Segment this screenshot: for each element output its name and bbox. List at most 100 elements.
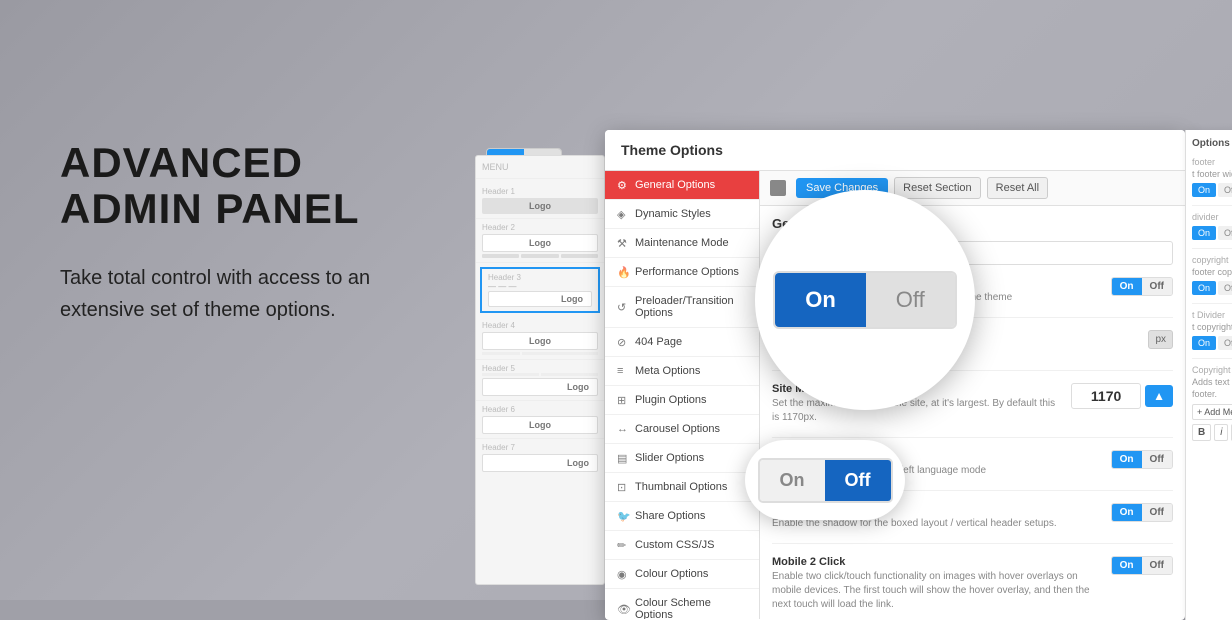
right-desc-footer: t footer widgets xyxy=(1192,169,1232,179)
nav-item-dynamic[interactable]: ◈ Dynamic Styles xyxy=(605,200,759,229)
right-toggle-t-divider[interactable]: On Off xyxy=(1192,336,1232,350)
right-desc-copyright: footer copyright xyxy=(1192,267,1232,277)
mobile-click-on[interactable]: On xyxy=(1112,557,1142,574)
right-options-panel: Options footer t footer widgets On Off d… xyxy=(1185,130,1232,620)
preloader-icon: ↺ xyxy=(617,301,629,313)
right-toggle-divider[interactable]: On Off xyxy=(1192,226,1232,240)
right-desc-t-divider: t copyright the copyright. xyxy=(1192,322,1232,332)
grid-icon xyxy=(770,180,786,196)
option-control-mobile-click: On Off xyxy=(1111,556,1173,575)
maintenance-icon: ⚒ xyxy=(617,237,629,249)
right-divider-1 xyxy=(1192,205,1232,206)
rtl-on[interactable]: On xyxy=(1112,451,1142,468)
right-footer-on[interactable]: On xyxy=(1192,183,1216,197)
option-control-page-shadow: On Off xyxy=(1111,503,1173,522)
nav-item-preloader[interactable]: ↺ Preloader/Transition Options xyxy=(605,287,759,328)
option-control-px: px xyxy=(1148,330,1173,349)
big-toggle-overlay-1: On Off xyxy=(755,190,975,410)
big-toggle-on[interactable]: On xyxy=(775,273,866,327)
max-width-stepper-up[interactable]: ▲ xyxy=(1145,385,1173,407)
nav-item-share[interactable]: 🐦 Share Options xyxy=(605,502,759,531)
page-shadow-toggle[interactable]: On Off xyxy=(1111,503,1173,522)
nav-item-colour-scheme[interactable]: 👁 Colour Scheme Options xyxy=(605,589,759,619)
plugin-icon: ⊞ xyxy=(617,394,629,406)
add-media-button[interactable]: + Add Media xyxy=(1192,404,1232,420)
right-footer-off[interactable]: Off xyxy=(1218,183,1232,197)
page-shadow-off[interactable]: Off xyxy=(1142,504,1172,521)
meta-icon: ≡ xyxy=(617,365,629,377)
option-control-rtl: On Off xyxy=(1111,450,1173,469)
right-label-footer: footer xyxy=(1192,157,1232,167)
nav-item-404[interactable]: ⊘ 404 Page xyxy=(605,328,759,357)
performance-icon: 🔥 xyxy=(617,266,629,278)
nav-item-thumbnail[interactable]: ⊡ Thumbnail Options xyxy=(605,473,759,502)
reset-section-button[interactable]: Reset Section xyxy=(894,177,980,199)
right-format-buttons: B i 🔗 … xyxy=(1192,424,1232,441)
colour-icon: ◉ xyxy=(617,568,629,580)
right-copyright-off[interactable]: Off xyxy=(1218,281,1232,295)
right-label-t-divider: t Divider xyxy=(1192,310,1232,320)
nav-item-custom-css[interactable]: ✏ Custom CSS/JS xyxy=(605,531,759,560)
nav-item-maintenance[interactable]: ⚒ Maintenance Mode xyxy=(605,229,759,258)
right-media-buttons: + Add Media xyxy=(1192,404,1232,420)
responsive-toggle[interactable]: On Off xyxy=(1111,277,1173,296)
right-label-copyright-text: Copyright Text xyxy=(1192,365,1232,375)
panel-title: Theme Options xyxy=(605,130,1185,171)
big-toggle-page-shadow[interactable]: On Off xyxy=(758,458,893,503)
admin-mockup: MENU Header 1 Logo Header 2 Logo Header … xyxy=(475,130,1155,580)
italic-button[interactable]: i xyxy=(1214,424,1228,441)
right-divider-off[interactable]: Off xyxy=(1218,226,1232,240)
rtl-toggle[interactable]: On Off xyxy=(1111,450,1173,469)
nav-item-carousel[interactable]: ↔ Carousel Options xyxy=(605,415,759,444)
page-title: Advanced Admin Panel xyxy=(60,140,440,232)
carousel-icon: ↔ xyxy=(617,423,629,435)
mobile-click-off[interactable]: Off xyxy=(1142,557,1172,574)
nav-item-meta[interactable]: ≡ Meta Options xyxy=(605,357,759,386)
responsive-off[interactable]: Off xyxy=(1142,278,1172,295)
right-divider-2 xyxy=(1192,248,1232,249)
bold-button[interactable]: B xyxy=(1192,424,1211,441)
right-t-divider-off[interactable]: Off xyxy=(1218,336,1232,350)
dynamic-icon: ◈ xyxy=(617,208,629,220)
big-toggle-responsive[interactable]: On Off xyxy=(773,271,957,329)
page-shadow-on[interactable]: On xyxy=(1112,504,1142,521)
option-info-mobile-click: Mobile 2 Click Enable two click/touch fu… xyxy=(772,556,1111,612)
nav-item-slider[interactable]: ▤ Slider Options xyxy=(605,444,759,473)
nav-item-performance[interactable]: 🔥 Performance Options xyxy=(605,258,759,287)
right-toggle-footer[interactable]: On Off xyxy=(1192,183,1232,197)
general-icon: ⚙ xyxy=(617,179,629,191)
mobile-click-toggle[interactable]: On Off xyxy=(1111,556,1173,575)
sidebar-mockup: MENU Header 1 Logo Header 2 Logo Header … xyxy=(475,155,605,585)
right-t-divider-on[interactable]: On xyxy=(1192,336,1216,350)
nav-item-colour[interactable]: ◉ Colour Options xyxy=(605,560,759,589)
left-text-panel: Advanced Admin Panel Take total control … xyxy=(60,140,440,326)
rtl-off[interactable]: Off xyxy=(1142,451,1172,468)
max-width-input[interactable]: 1170 xyxy=(1071,383,1141,409)
right-desc-copyright-text: Adds text that appears in the footer. xyxy=(1192,377,1232,400)
big-toggle-off[interactable]: Off xyxy=(866,273,955,327)
px-badge[interactable]: px xyxy=(1148,330,1173,349)
right-divider-4 xyxy=(1192,358,1232,359)
nav-item-general[interactable]: ⚙ General Options xyxy=(605,171,759,200)
option-control-max-width: 1170 ▲ xyxy=(1071,383,1173,417)
responsive-on[interactable]: On xyxy=(1112,278,1142,295)
big-toggle-overlay-2: On Off xyxy=(745,440,905,520)
right-divider-on[interactable]: On xyxy=(1192,226,1216,240)
slider-icon: ▤ xyxy=(617,452,629,464)
option-row-mobile-click: Mobile 2 Click Enable two click/touch fu… xyxy=(772,556,1173,619)
share-icon: 🐦 xyxy=(617,510,629,522)
css-icon: ✏ xyxy=(617,539,629,551)
right-label-copyright: copyright xyxy=(1192,255,1232,265)
404-icon: ⊘ xyxy=(617,336,629,348)
right-copyright-on[interactable]: On xyxy=(1192,281,1216,295)
right-label-divider: divider xyxy=(1192,212,1232,222)
right-panel-title: Options xyxy=(1192,138,1232,149)
right-toggle-copyright[interactable]: On Off xyxy=(1192,281,1232,295)
reset-all-button[interactable]: Reset All xyxy=(987,177,1048,199)
page-subtitle: Take total control with access to an ext… xyxy=(60,262,440,326)
big-toggle-2-off[interactable]: Off xyxy=(825,460,891,501)
nav-item-plugin[interactable]: ⊞ Plugin Options xyxy=(605,386,759,415)
big-toggle-2-on[interactable]: On xyxy=(760,460,825,501)
colour-scheme-icon: 👁 xyxy=(617,603,629,615)
option-control-responsive: On Off xyxy=(1111,277,1173,296)
